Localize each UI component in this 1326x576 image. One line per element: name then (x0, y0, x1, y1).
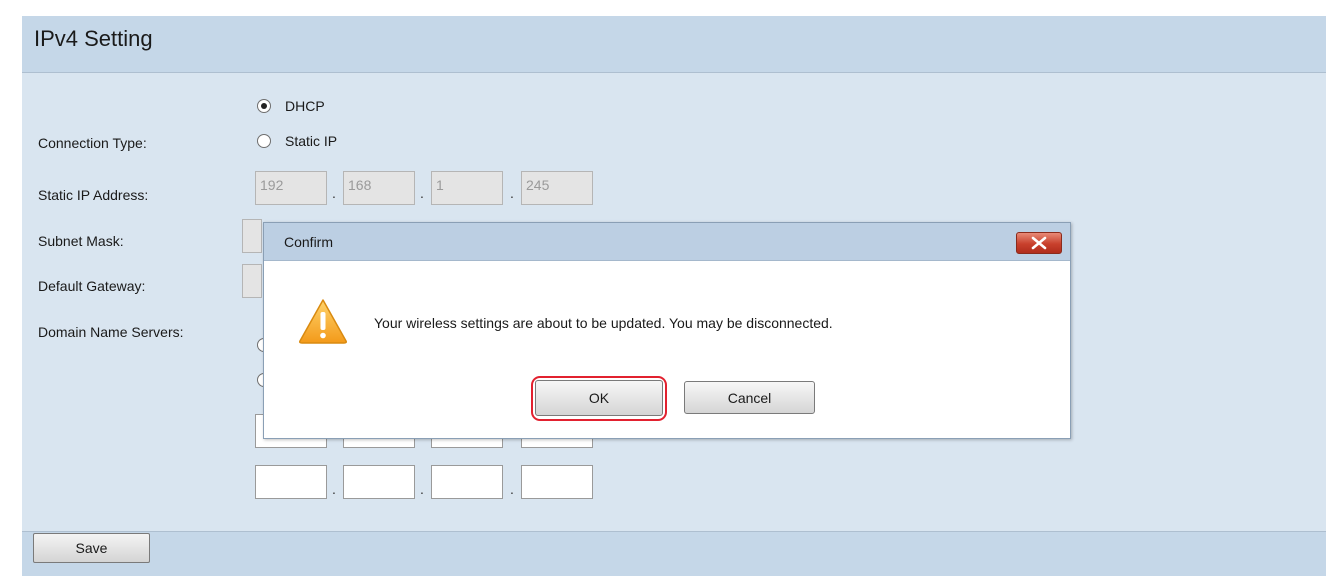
dns2-octet-3[interactable] (431, 465, 503, 499)
panel-title: IPv4 Setting (34, 26, 153, 51)
ip-dot: . (420, 185, 424, 201)
ip-dot: . (332, 481, 336, 497)
static-ip-octet-3[interactable]: 1 (431, 171, 503, 205)
dialog-message: Your wireless settings are about to be u… (374, 315, 833, 331)
confirm-dialog: Confirm Your wireless settings are about… (263, 222, 1071, 439)
connection-type-label: Connection Type: (38, 135, 147, 151)
ip-dot: . (510, 185, 514, 201)
static-ip-label: Static IP Address: (38, 187, 149, 203)
static-ip-octet-2[interactable]: 168 (343, 171, 415, 205)
default-gateway-label: Default Gateway: (38, 278, 146, 294)
radio-static-ip[interactable]: Static IP (257, 133, 337, 149)
save-button[interactable]: Save (33, 533, 150, 563)
dns2-octet-2[interactable] (343, 465, 415, 499)
radio-static-ip-label: Static IP (285, 133, 338, 149)
ip-dot: . (510, 481, 514, 497)
static-ip-octet-4[interactable]: 245 (521, 171, 593, 205)
close-button[interactable] (1016, 232, 1062, 254)
dialog-title: Confirm (284, 234, 334, 250)
dns-label: Domain Name Servers: (38, 324, 184, 340)
subnet-octet-1[interactable] (242, 219, 262, 253)
subnet-mask-label: Subnet Mask: (38, 233, 124, 249)
cancel-button[interactable]: Cancel (684, 381, 815, 414)
radio-dhcp[interactable]: DHCP (257, 98, 325, 114)
ip-dot: . (420, 481, 424, 497)
radio-static-ip-button[interactable] (257, 134, 271, 148)
gateway-octet-1[interactable] (242, 264, 262, 298)
radio-dhcp-label: DHCP (285, 98, 325, 114)
radio-dhcp-button[interactable] (257, 99, 271, 113)
dns2-octet-4[interactable] (521, 465, 593, 499)
close-icon (1031, 236, 1047, 250)
dns2-octet-1[interactable] (255, 465, 327, 499)
ip-dot: . (332, 185, 336, 201)
warning-icon (299, 299, 347, 344)
static-ip-octet-1[interactable]: 192 (255, 171, 327, 205)
ok-button-highlight (531, 376, 667, 421)
dialog-title-bar[interactable]: Confirm (264, 223, 1070, 261)
